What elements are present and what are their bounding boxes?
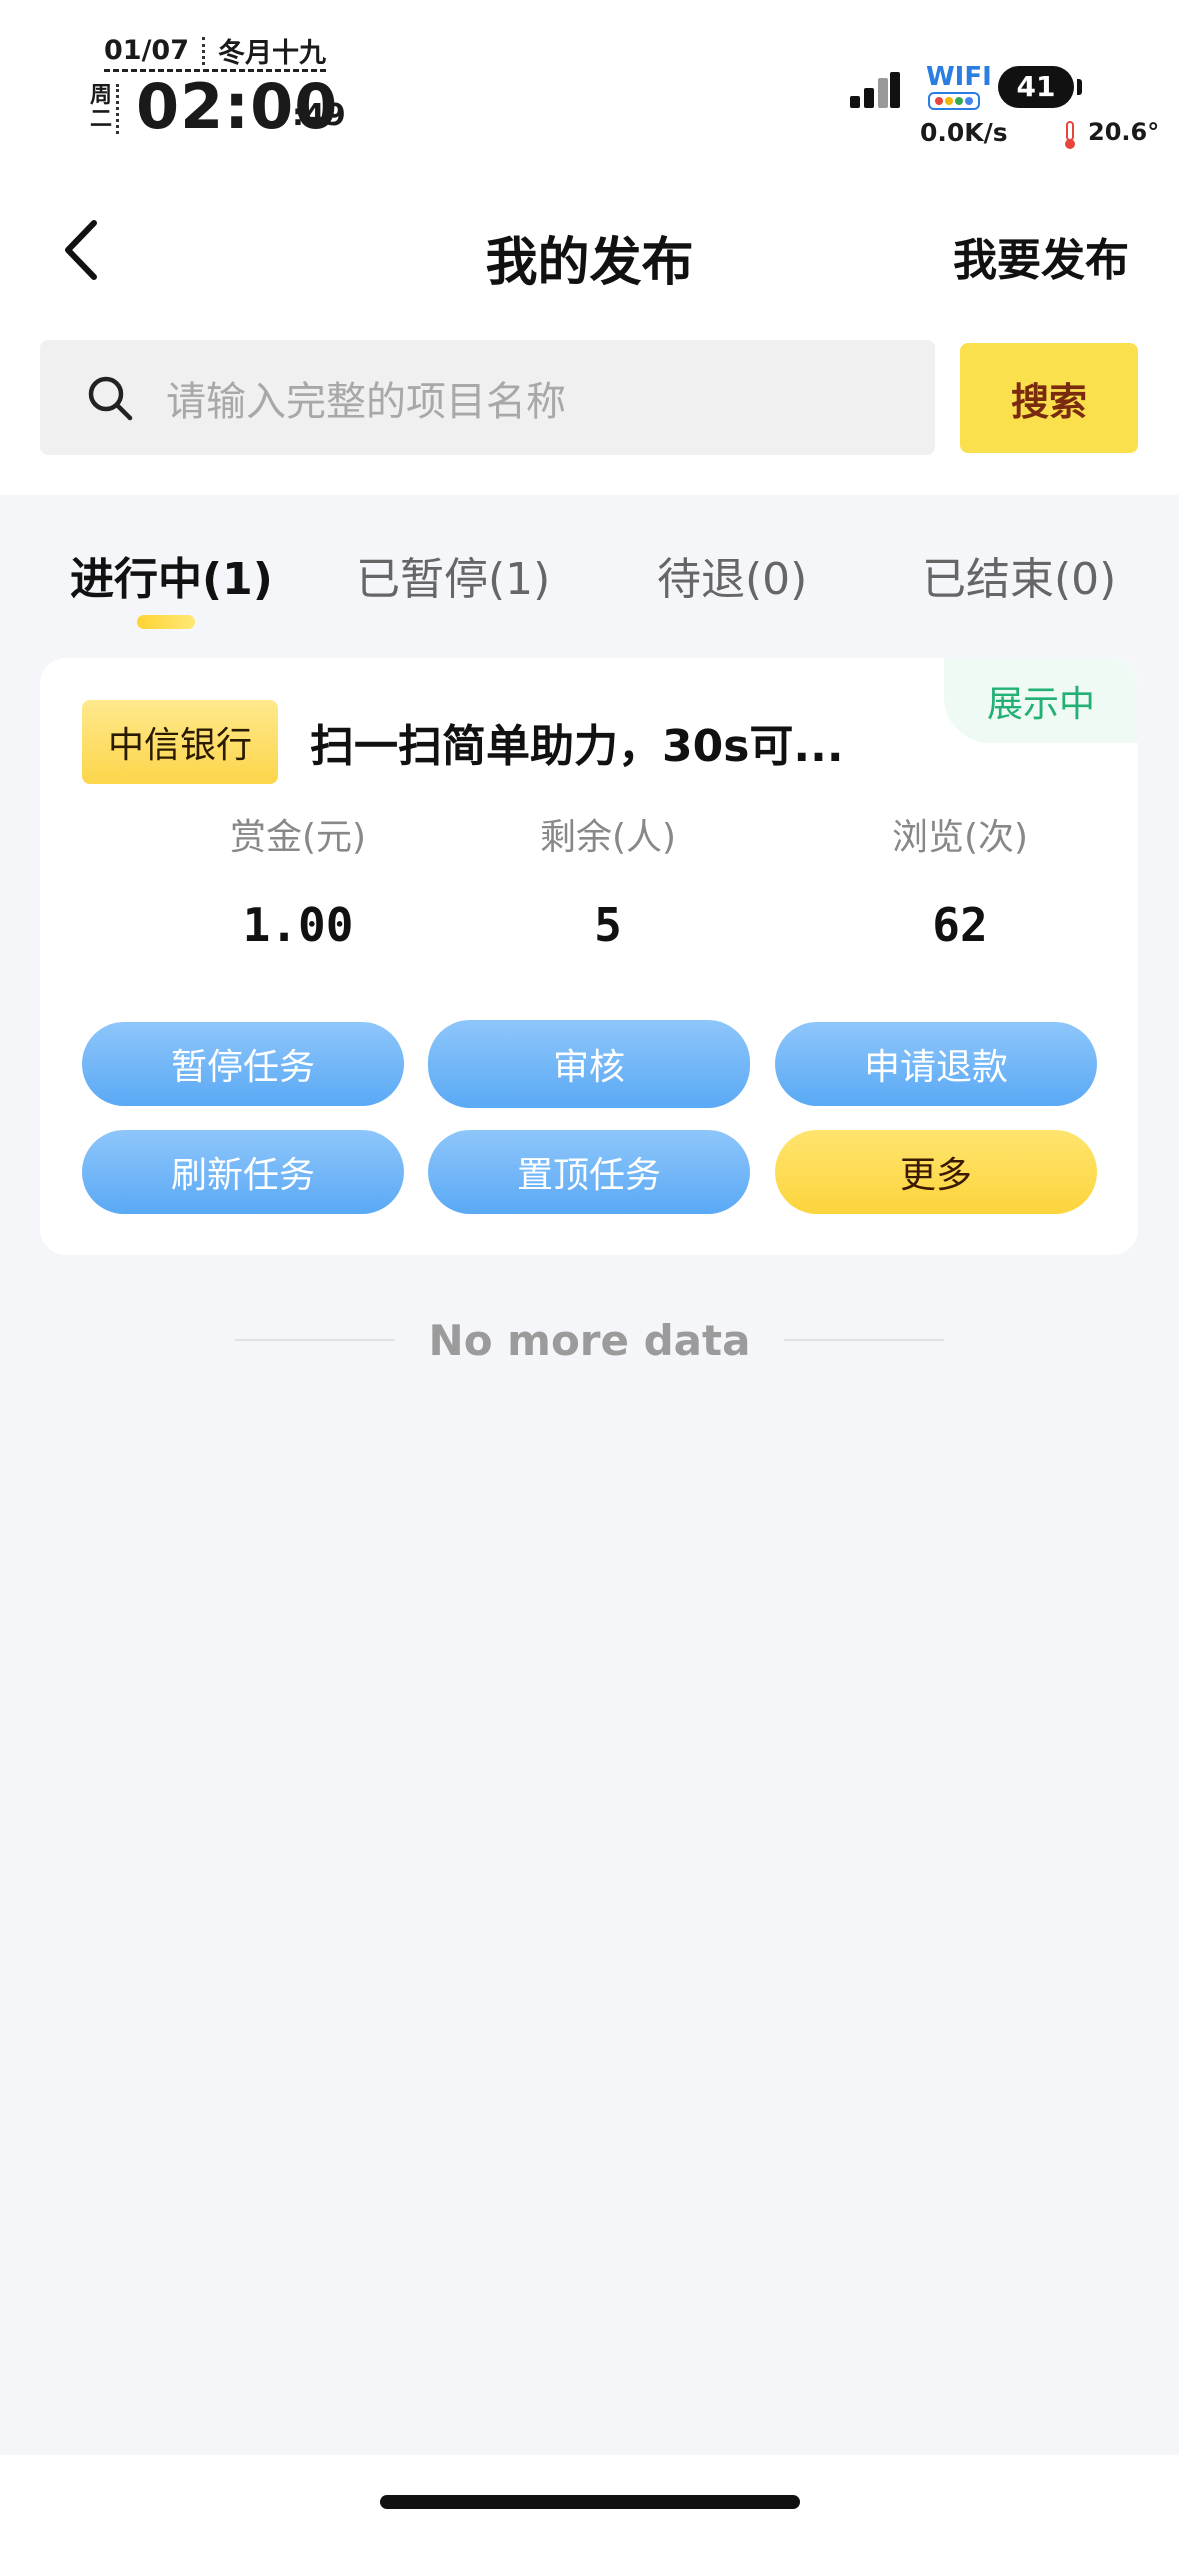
status-date-row: 01/07 冬月十九 (104, 32, 326, 72)
status-seconds: :49 (292, 98, 346, 133)
stat-views-value: 62 (932, 898, 988, 952)
network-speed: 0.0K/s (920, 118, 1008, 147)
pin-task-button[interactable]: 置顶任务 (428, 1130, 750, 1214)
nav-bar: 我的发布 我要发布 (0, 180, 1179, 320)
status-tabs: 进行中(1) 已暂停(1) 待退(0) 已结束(0) (0, 495, 1179, 655)
search-placeholder: 请输入完整的项目名称 (166, 378, 566, 425)
search-area: 请输入完整的项目名称 搜索 (0, 320, 1179, 495)
task-card[interactable]: 展示中 中信银行 扫一扫简单助力，30s可... 赏金(元) 1.00 剩余(人… (40, 658, 1138, 1255)
task-title: 扫一扫简单助力，30s可... (310, 721, 844, 772)
wifi-icon (928, 92, 980, 110)
stat-views-label: 浏览(次) (891, 817, 1029, 858)
footer-divider-left (234, 1339, 395, 1341)
stat-reward-label: 赏金(元) (229, 817, 367, 858)
stat-remaining-label: 剩余(人) (539, 817, 677, 858)
status-lunar-date: 冬月十九 (217, 38, 326, 69)
stat-reward: 赏金(元) 1.00 (148, 808, 448, 952)
footer-divider-right (784, 1339, 945, 1341)
review-button[interactable]: 审核 (428, 1020, 750, 1108)
stat-reward-value: 1.00 (242, 898, 354, 952)
stat-remaining: 剩余(人) 5 (458, 808, 758, 952)
date-divider (202, 36, 205, 65)
tab-ended[interactable]: 已结束(0) (922, 543, 1116, 607)
pause-task-button[interactable]: 暂停任务 (82, 1022, 404, 1106)
status-bar: 01/07 冬月十九 周二 02:00 :49 WIFI 41 0.0K/s 2… (0, 0, 1179, 180)
search-input[interactable]: 请输入完整的项目名称 (40, 340, 935, 455)
refund-request-button[interactable]: 申请退款 (775, 1022, 1097, 1106)
more-button[interactable]: 更多 (775, 1130, 1097, 1214)
bank-tag: 中信银行 (82, 700, 278, 784)
bottom-safe-area (0, 2455, 1179, 2556)
tab-in-progress[interactable]: 进行中(1) (70, 543, 273, 607)
search-icon (88, 376, 133, 420)
no-more-text: No more data (428, 1315, 751, 1365)
stat-views: 浏览(次) 62 (810, 808, 1110, 952)
home-indicator[interactable] (380, 2495, 800, 2509)
thermometer-icon (1065, 121, 1075, 149)
list-footer: No more data (0, 1310, 1179, 1370)
active-tab-indicator (137, 615, 195, 629)
tab-paused[interactable]: 已暂停(1) (356, 543, 550, 607)
status-weekday: 周二 (90, 84, 119, 134)
refresh-task-button[interactable]: 刷新任务 (82, 1130, 404, 1214)
battery-icon: 41 (998, 66, 1082, 108)
stat-remaining-value: 5 (594, 898, 622, 952)
signal-icon (850, 68, 900, 108)
publish-button[interactable]: 我要发布 (953, 224, 1129, 288)
tab-pending-refund[interactable]: 待退(0) (657, 543, 807, 607)
wifi-label: WIFI (926, 62, 992, 92)
status-badge: 展示中 (944, 658, 1138, 743)
status-date: 01/07 (104, 35, 190, 66)
temperature: 20.6° (1088, 118, 1160, 146)
task-stats: 赏金(元) 1.00 剩余(人) 5 浏览(次) 62 (40, 808, 1138, 952)
search-button[interactable]: 搜索 (960, 343, 1138, 453)
